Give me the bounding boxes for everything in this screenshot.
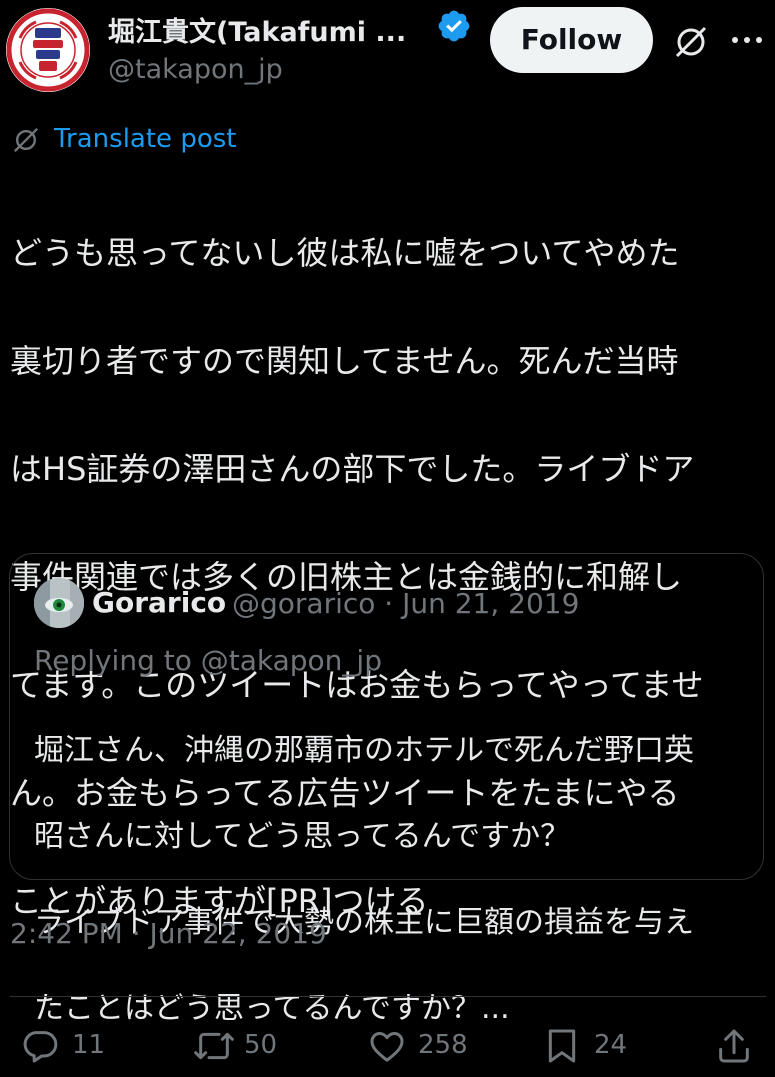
quoted-replying-to: Replying to @takapon_jp <box>34 644 382 677</box>
quoted-author-name[interactable]: Gorarico <box>92 586 226 619</box>
avatar-logo <box>6 8 90 92</box>
author-handle[interactable]: @takapon_jp <box>108 54 283 85</box>
quoted-line: 堀江さん、沖縄の那覇市のホテルで死んだ野口英 <box>34 733 694 768</box>
quoted-avatar-image <box>34 578 84 628</box>
author-avatar[interactable] <box>6 8 90 92</box>
quoted-author-meta: @gorarico · Jun 21, 2019 <box>232 587 580 620</box>
grok-translate-icon <box>13 127 39 153</box>
repost-count: 50 <box>244 1030 278 1060</box>
reply-count: 11 <box>72 1030 106 1060</box>
quoted-post[interactable]: Gorarico @gorarico · Jun 21, 2019 Replyi… <box>9 553 764 1026</box>
translate-post-link[interactable]: Translate post <box>54 124 236 154</box>
post-header: 堀江貴文(Takafumi ... @takapon_jp Follow <box>0 0 775 110</box>
action-bar: 11 50 258 24 <box>0 1022 775 1072</box>
post-timestamp[interactable]: 2:42 PM · Jun 22, 2019 <box>10 917 327 950</box>
author-display-name[interactable]: 堀江貴文(Takafumi ... <box>108 10 406 49</box>
bookmark-icon <box>548 1029 576 1063</box>
follow-button[interactable]: Follow <box>490 7 653 73</box>
quoted-line: 昭さんに対してどう思ってるんですか？ <box>34 819 571 854</box>
share-icon <box>719 1029 749 1063</box>
heart-icon <box>370 1032 404 1062</box>
verified-badge-icon[interactable] <box>436 8 472 44</box>
bookmark-count: 24 <box>594 1030 628 1060</box>
divider <box>10 996 766 997</box>
like-count: 258 <box>418 1030 468 1060</box>
post-line: どうも思ってないし彼は私に嘘をついてやめた <box>10 234 680 272</box>
reply-icon <box>23 1031 58 1063</box>
quoted-author-avatar[interactable] <box>34 578 84 628</box>
grok-icon[interactable] <box>671 22 711 62</box>
quoted-text: 堀江さん、沖縄の那覇市のホテルで死んだ野口英 昭さんに対してどう思ってるんですか… <box>34 686 744 1073</box>
post-line: 裏切り者ですので関知してません。死んだ当時 <box>10 342 679 380</box>
post-line: はHS証券の澤田さんの部下でした。ライブドア <box>10 450 695 488</box>
repost-icon <box>194 1032 234 1060</box>
more-options-icon[interactable] <box>730 30 764 50</box>
